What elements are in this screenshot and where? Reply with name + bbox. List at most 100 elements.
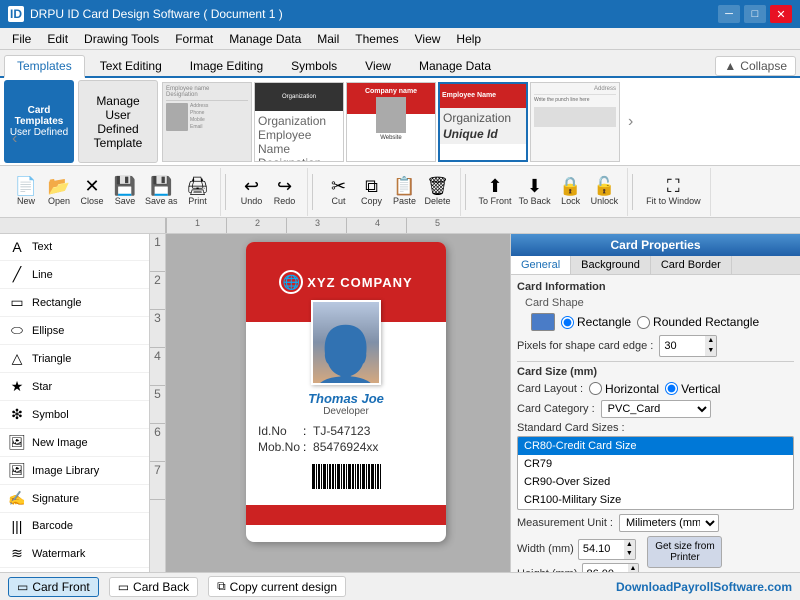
id-card: 🌐 XYZ COMPANY 👤 Thomas Joe Developer <box>246 242 446 542</box>
left-item-rectangle[interactable]: ▭Rectangle <box>0 289 149 317</box>
pixel-input[interactable]: ▲ ▼ <box>659 335 717 357</box>
left-item-signature[interactable]: ✍Signature <box>0 485 149 513</box>
maximize-button[interactable]: □ <box>744 5 766 23</box>
menu-item-themes[interactable]: Themes <box>347 30 406 48</box>
height-up[interactable]: ▲ <box>628 564 639 572</box>
width-down[interactable]: ▼ <box>624 549 635 559</box>
ribbon-tab-templates[interactable]: Templates <box>4 55 85 78</box>
left-item-newimage[interactable]: 🖼New Image <box>0 429 149 457</box>
left-item-cardprops[interactable]: 📋Card Properties <box>0 568 149 572</box>
save-button[interactable]: 💾Save <box>109 176 141 207</box>
ribbon-nav-left[interactable]: ‹ <box>8 130 21 148</box>
lock-button[interactable]: 🔒Lock <box>555 176 587 207</box>
fitwindow-button[interactable]: ⛶Fit to Window <box>643 176 704 207</box>
bottom-tab-cardback[interactable]: ▭Card Back <box>109 577 198 597</box>
bottom-tab-cardfront[interactable]: ▭Card Front <box>8 577 99 597</box>
pixel-up[interactable]: ▲ <box>705 336 716 346</box>
left-item-barcode[interactable]: |||Barcode <box>0 513 149 540</box>
close-button[interactable]: ✕ <box>770 5 792 23</box>
template-thumb-2[interactable]: Organization Organization Employee Name … <box>254 82 344 162</box>
template-thumb-5[interactable]: Address Write the punch line here <box>530 82 620 162</box>
ribbon-tab-text-editing[interactable]: Text Editing <box>87 55 175 76</box>
size-cr80[interactable]: CR80-Credit Card Size <box>518 437 793 455</box>
left-item-line[interactable]: ╱Line <box>0 261 149 289</box>
minimize-button[interactable]: ─ <box>718 5 740 23</box>
print-button[interactable]: 🖨Print <box>182 176 214 207</box>
unlock-label: Unlock <box>591 196 619 206</box>
left-item-triangle[interactable]: △Triangle <box>0 345 149 373</box>
prop-tab-card-border[interactable]: Card Border <box>651 256 732 274</box>
redo-button[interactable]: ↪Redo <box>269 176 301 207</box>
toback-button[interactable]: ⬇To Back <box>516 176 554 207</box>
open-button[interactable]: 📂Open <box>43 176 75 207</box>
tofront-button[interactable]: ⬆To Front <box>476 176 515 207</box>
bottom-tab-copydesign[interactable]: ⧉Copy current design <box>208 576 346 597</box>
measure-unit-select[interactable]: Milimeters (mm) <box>619 514 719 532</box>
menu-item-edit[interactable]: Edit <box>39 30 76 48</box>
ribbon-tab-symbols[interactable]: Symbols <box>278 55 350 76</box>
template-thumb-1[interactable]: Employee nameDesignation AddressPhoneMob… <box>162 82 252 162</box>
copy-button[interactable]: ⧉Copy <box>356 176 388 207</box>
width-up[interactable]: ▲ <box>624 540 635 550</box>
new-button[interactable]: 📄New <box>10 176 42 207</box>
ribbon-tab-image-editing[interactable]: Image Editing <box>177 55 276 76</box>
pixel-down[interactable]: ▼ <box>705 346 716 356</box>
left-item-ellipse[interactable]: ⬭Ellipse <box>0 317 149 345</box>
pixel-value[interactable] <box>660 339 705 353</box>
mob-value: 85476924xx <box>313 440 378 454</box>
menu-item-help[interactable]: Help <box>448 30 489 48</box>
bc-10 <box>337 464 340 489</box>
ribbon-content: Card Templates User Defined Manage User … <box>0 78 800 166</box>
manage-user-button[interactable]: Manage User Defined Template <box>78 80 158 163</box>
rectangle-radio[interactable]: Rectangle <box>561 315 631 329</box>
menu-item-format[interactable]: Format <box>167 30 221 48</box>
menu-item-mail[interactable]: Mail <box>309 30 347 48</box>
height-input[interactable]: ▲ ▼ <box>582 563 640 572</box>
template-thumb-4[interactable]: Employee Name Organization Unique Id <box>438 82 528 162</box>
left-item-text[interactable]: AText <box>0 234 149 261</box>
template-thumbnails: Employee nameDesignation AddressPhoneMob… <box>162 80 620 163</box>
menu-item-view[interactable]: View <box>407 30 449 48</box>
menu-item-manage-data[interactable]: Manage Data <box>221 30 309 48</box>
card-templates-button[interactable]: Card Templates User Defined <box>4 80 74 163</box>
title-bar-left: ID DRPU ID Card Design Software ( Docume… <box>8 6 283 22</box>
canvas-background[interactable]: 🌐 XYZ COMPANY 👤 Thomas Joe Developer <box>166 234 510 572</box>
ribbon-tab-manage-data[interactable]: Manage Data <box>406 55 504 76</box>
rounded-rect-radio[interactable]: Rounded Rectangle <box>637 315 759 329</box>
delete-button[interactable]: 🗑Delete <box>422 176 454 207</box>
height-value[interactable] <box>583 567 628 572</box>
menu-item-file[interactable]: File <box>4 30 39 48</box>
card-category-select[interactable]: PVC_Card <box>601 400 711 418</box>
menu-item-drawing-tools[interactable]: Drawing Tools <box>76 30 167 48</box>
prop-tab-background[interactable]: Background <box>571 256 651 274</box>
get-size-button[interactable]: Get size from Printer <box>647 536 722 568</box>
ribbon-tab-view[interactable]: View <box>352 55 404 76</box>
standard-sizes-list: CR80-Credit Card Size CR79 CR90-Over Siz… <box>517 436 794 510</box>
left-item-symbol[interactable]: ❇Symbol <box>0 401 149 429</box>
color-swatch[interactable] <box>531 313 555 331</box>
prop-tab-general[interactable]: General <box>511 256 571 274</box>
width-input[interactable]: ▲ ▼ <box>578 539 636 561</box>
left-item-watermark[interactable]: ≋Watermark <box>0 540 149 568</box>
toolbar-group-0: 📄New📂Open✕Close💾Save💾Save as🖨Print <box>4 168 221 216</box>
ribbon-nav-right[interactable]: › <box>624 80 637 163</box>
height-arrows: ▲ ▼ <box>628 564 639 572</box>
saveas-button[interactable]: 💾Save as <box>142 176 181 207</box>
cut-button[interactable]: ✂Cut <box>323 176 355 207</box>
left-item-imagelibrary[interactable]: 🖼Image Library <box>0 457 149 485</box>
undo-button[interactable]: ↩Undo <box>236 176 268 207</box>
size-cr100[interactable]: CR100-Military Size <box>518 491 793 509</box>
collapse-button[interactable]: ▲ Collapse <box>715 56 796 76</box>
unlock-button[interactable]: 🔓Unlock <box>588 176 622 207</box>
width-value[interactable] <box>579 542 624 556</box>
vertical-radio[interactable]: Vertical <box>665 382 720 396</box>
close-button[interactable]: ✕Close <box>76 176 108 207</box>
left-item-star[interactable]: ★Star <box>0 373 149 401</box>
template-thumb-3[interactable]: Company name Website <box>346 82 436 162</box>
delete-label: Delete <box>425 196 451 206</box>
bc-25 <box>380 464 381 489</box>
size-cr90[interactable]: CR90-Over Sized <box>518 473 793 491</box>
horizontal-radio[interactable]: Horizontal <box>589 382 659 396</box>
paste-button[interactable]: 📋Paste <box>389 176 421 207</box>
size-cr79[interactable]: CR79 <box>518 455 793 473</box>
